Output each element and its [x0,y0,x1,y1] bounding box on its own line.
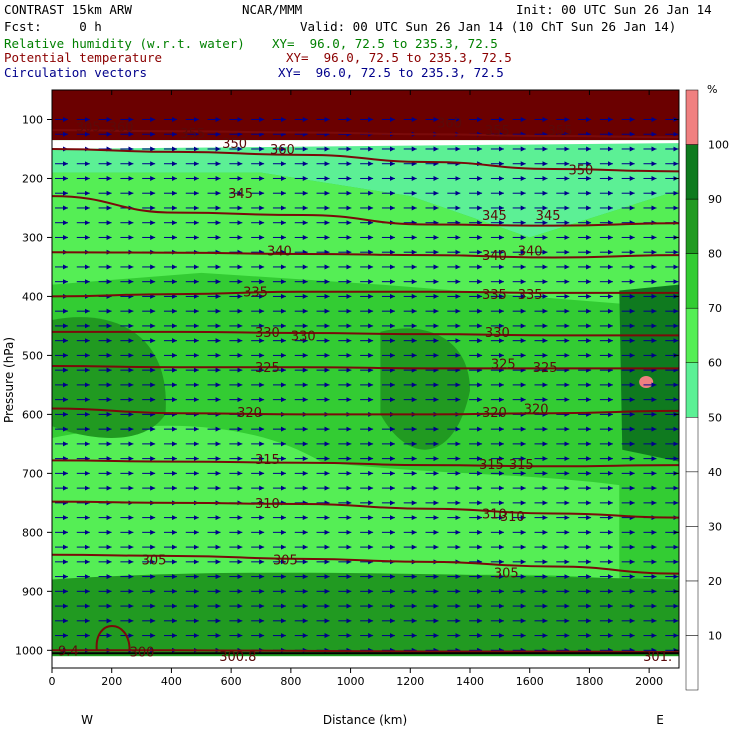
x-tick-label: 200 [101,675,122,688]
x-tick-label: 1800 [575,675,603,688]
west-label: W [81,713,93,727]
contour-label: 360 [109,121,134,136]
colorbar-swatch [685,307,699,363]
contour-label: 320 [524,402,549,417]
y-tick-label: 900 [22,585,43,598]
contour-label: 300.8 [219,650,256,665]
cross-section-chart: 305 360 355 350 360 360 355 355 350 345 345 345 340 3… [2,83,729,727]
x-tick-label: 1600 [516,675,544,688]
contour-label: 325 [533,361,558,376]
rh-region [639,375,654,388]
y-tick-label: 200 [22,172,43,185]
contour-label: 325 [491,358,516,373]
colorbar-label: 100 [708,139,729,152]
contour-label: 330 [291,329,316,344]
contour-label: 315 [509,458,534,473]
x-tick-label: 2000 [635,675,663,688]
contour-label: 310 [255,497,280,512]
contour-label: 320 [237,406,262,421]
contour-label: 355 [485,124,510,139]
y-tick-label: 500 [22,349,43,362]
contour-label: 340 [267,244,292,259]
colorbar-swatch [685,253,699,309]
x-tick-label: 1400 [456,675,484,688]
contour-label: 335 [482,288,507,303]
y-tick-label: 400 [22,290,43,303]
east-label: E [656,713,664,727]
contour-label: 340 [518,244,543,259]
colorbar-label: 60 [708,357,722,370]
contour-label: 315 [255,453,280,468]
contour-label: 345 [482,209,507,224]
contour-label: 335 [518,288,543,303]
contour-label: 320 [482,406,507,421]
contour-label: 9.4 [58,644,79,659]
rh-region [52,572,679,657]
contour-label: 350 [222,137,247,152]
colorbar-label: 90 [708,193,722,206]
contour-label: 305 [273,553,298,568]
x-tick-label: 0 [49,675,56,688]
x-tick-label: 600 [221,675,242,688]
colorbar-swatch [685,526,699,582]
colorbar-swatch [685,417,699,473]
colorbar: % 10 20 30 40 50 60 70 80 90 100 [685,83,729,691]
colorbar-label: 70 [708,302,722,315]
x-tick-label: 1000 [337,675,365,688]
colorbar-swatch [685,471,699,527]
contour-label: 345 [536,209,561,224]
colorbar-swatch [685,144,699,200]
colorbar-label: 20 [708,575,722,588]
contour-label: 315 [479,458,504,473]
colorbar-unit: % [707,83,717,96]
contour-label: 360 [270,143,295,158]
y-tick-label: 700 [22,467,43,480]
contour-label: 355 [548,124,573,139]
contour-label: 300 [130,645,155,660]
contour-label: 345 [228,187,253,202]
contour-label: 305 [494,566,519,581]
colorbar-label: 40 [708,466,722,479]
y-tick-label: 600 [22,408,43,421]
contour-label: 310 [500,510,525,525]
colorbar-label: 50 [708,411,722,424]
y-tick-label: 800 [22,526,43,539]
colorbar-swatch [685,198,699,254]
contour-label: 355 [180,127,205,142]
contour-label: 330 [485,326,510,341]
colorbar-label: 80 [708,248,722,261]
x-tick-label: 400 [161,675,182,688]
colorbar-label: 10 [708,629,722,642]
contour-label: 325 [255,361,280,376]
contour-label: 330 [255,326,280,341]
x-tick-label: 1200 [396,675,424,688]
y-tick-label: 1000 [15,644,43,657]
contour-label: 301. [643,650,672,665]
colorbar-label: 30 [708,520,722,533]
colorbar-swatch [685,89,699,145]
contour-label: 335 [243,286,268,301]
contour-label: 360 [437,116,462,131]
colorbar-swatch [685,580,699,636]
y-tick-label: 300 [22,231,43,244]
contour-label: 305 [142,553,167,568]
colorbar-swatch [685,635,699,691]
x-axis-title: Distance (km) [323,713,407,727]
y-axis-title: Pressure (hPa) [2,337,16,423]
colorbar-swatch [685,362,699,418]
contour-label: 305 [76,121,101,136]
contour-label: 350 [569,164,594,179]
contour-label: 340 [482,249,507,264]
y-tick-label: 100 [22,113,43,126]
x-tick-label: 800 [280,675,301,688]
